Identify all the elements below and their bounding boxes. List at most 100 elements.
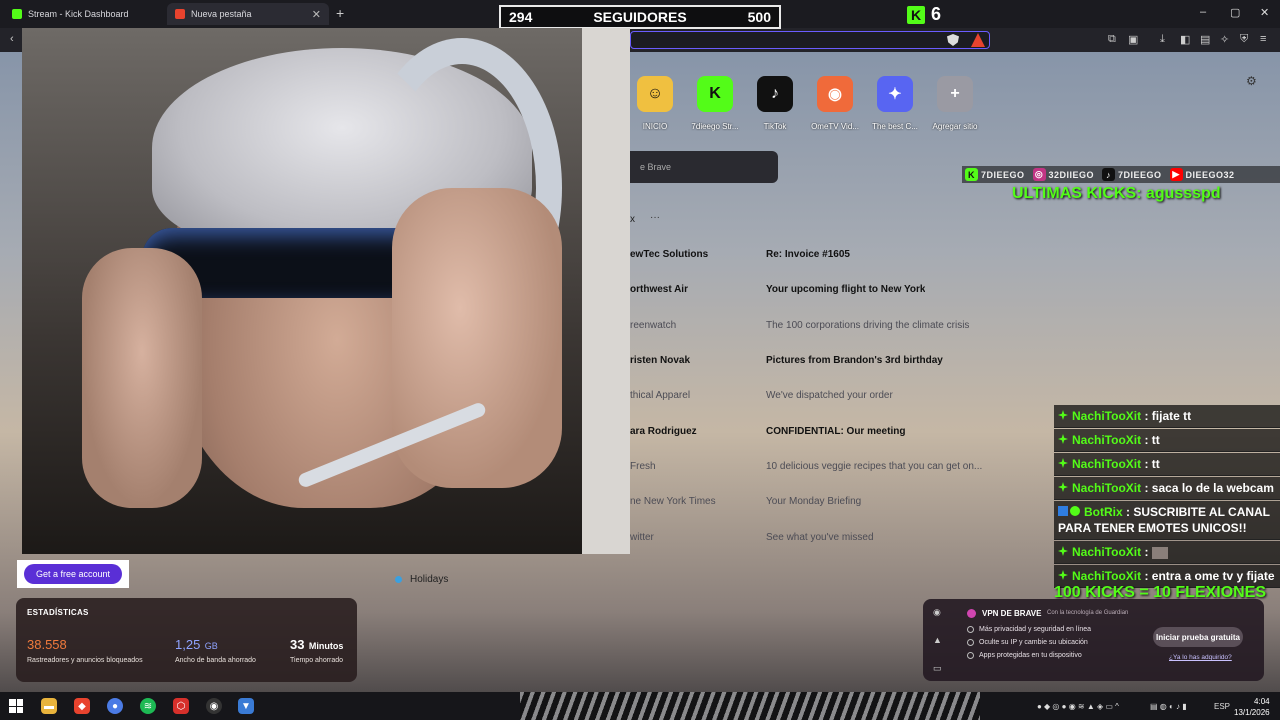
list-item[interactable]: orthwest Air Your upcoming flight to New… bbox=[630, 284, 990, 304]
social-handle: 32DIIEGO bbox=[1048, 169, 1095, 180]
search-brave-input[interactable]: e Brave bbox=[630, 151, 778, 183]
shortcut-add-site[interactable]: + Agregar sitio bbox=[930, 76, 980, 131]
label-holidays[interactable]: Holidays bbox=[395, 574, 448, 585]
menu-icon[interactable]: ≡ bbox=[1260, 33, 1266, 45]
social-handle: 7DIEEGO bbox=[1118, 169, 1162, 180]
already-purchased-link[interactable]: ¿Ya lo has adquirido? bbox=[1169, 654, 1232, 661]
chat-message: NachiTooXit : saca lo de la webcam bbox=[1054, 477, 1280, 500]
shortcut-ometv[interactable]: ◉ OmeTV Vid... bbox=[810, 76, 860, 131]
obs-icon[interactable]: ◉ bbox=[206, 698, 222, 714]
stat-value: 33 bbox=[290, 637, 305, 652]
leo-ai-icon[interactable]: ✧ bbox=[1220, 33, 1229, 46]
system-clock[interactable]: 4:04 13/1/2026 bbox=[1234, 696, 1270, 718]
maximize-button[interactable]: ▢ bbox=[1230, 6, 1240, 19]
card-icon[interactable]: ▭ bbox=[933, 663, 942, 674]
shortcut-discord[interactable]: ✦ The best C... bbox=[870, 76, 920, 131]
check-icon bbox=[967, 652, 974, 659]
customize-gear-icon[interactable]: ⚙ bbox=[1246, 74, 1257, 88]
mail-sender: ara Rodriguez bbox=[630, 426, 697, 437]
shortcut-kick[interactable]: K 7dieego Str... bbox=[690, 76, 740, 131]
chrome-icon[interactable]: ● bbox=[107, 698, 123, 714]
stat-unit: Minutos bbox=[308, 641, 344, 651]
list-item[interactable]: reenwatch The 100 corporations driving t… bbox=[630, 320, 990, 340]
kick-counter: K 6 bbox=[907, 4, 941, 25]
address-bar[interactable] bbox=[630, 31, 990, 49]
mail-subject: Re: Invoice #1605 bbox=[766, 249, 850, 260]
list-item[interactable]: ewTec Solutions Re: Invoice #1605 bbox=[630, 249, 990, 269]
new-tab-button[interactable]: + bbox=[336, 5, 344, 21]
tab-close-icon[interactable]: ✕ bbox=[312, 8, 321, 21]
mail-subject: We've dispatched your order bbox=[766, 390, 893, 401]
stat-value: 1,25 bbox=[175, 637, 201, 652]
tray-icons[interactable]: ● ◆ ◎ ● ◉ ≋ ▲ ◈ ▭ ^ bbox=[1037, 702, 1119, 711]
stat-unit: GB bbox=[204, 641, 218, 651]
sidebar-icon[interactable]: ◧ bbox=[1180, 33, 1190, 46]
mail-sender: orthwest Air bbox=[630, 284, 688, 295]
brave-browser-icon[interactable]: ◆ bbox=[74, 698, 90, 714]
stat-bandwidth: 1,25 GB Ancho de banda ahorrado bbox=[175, 636, 256, 664]
spotify-icon[interactable]: ≋ bbox=[140, 698, 156, 714]
list-item[interactable]: Fresh 10 delicious veggie recipes that y… bbox=[630, 461, 990, 481]
wallet-icon[interactable]: ▤ bbox=[1200, 33, 1210, 46]
tab-new-tab[interactable]: Nueva pestaña ✕ bbox=[167, 3, 329, 25]
mail-subject: Your upcoming flight to New York bbox=[766, 284, 926, 295]
mail-sender: ewTec Solutions bbox=[630, 249, 709, 260]
webcam-feed bbox=[22, 28, 630, 554]
shortcut-inicio[interactable]: ☺ INICIO bbox=[630, 76, 680, 131]
vpn-side-icon[interactable]: ◉ bbox=[933, 607, 941, 618]
app-red-icon[interactable]: ⬡ bbox=[173, 698, 189, 714]
stat-caption: Tiempo ahorrado bbox=[290, 657, 344, 664]
vpn-title: VPN DE BRAVE bbox=[967, 609, 1041, 618]
brave-vpn-card: ◉ ▲ ▭ VPN DE BRAVE Con la tecnología de … bbox=[923, 599, 1264, 681]
instagram-icon: ◎ bbox=[1032, 168, 1046, 181]
list-item[interactable]: risten Novak Pictures from Brandon's 3rd… bbox=[630, 355, 990, 375]
chat-message: NachiTooXit : tt bbox=[1054, 453, 1280, 476]
social-instagram: ◎ 32DIIEGO bbox=[1032, 168, 1095, 181]
list-item[interactable]: ara Rodriguez CONFIDENTIAL: Our meeting bbox=[630, 426, 990, 446]
shield-app-icon[interactable]: ▼ bbox=[238, 698, 254, 714]
stats-header: ESTADÍSTICAS bbox=[27, 608, 89, 617]
top-sites: ☺ INICIO K 7dieego Str... ♪ TikTok ◉ Ome… bbox=[630, 76, 980, 131]
chat-message: BotRix : SUSCRIBITE AL CANAL PARA TENER … bbox=[1054, 501, 1280, 540]
list-item[interactable]: thical Apparel We've dispatched your ord… bbox=[630, 390, 990, 410]
back-icon[interactable]: ‹ bbox=[10, 33, 14, 45]
chat-text: : saca lo de la webcam bbox=[1144, 481, 1274, 495]
get-free-account-button[interactable]: Get a free account bbox=[24, 564, 122, 584]
close-icon[interactable]: x bbox=[630, 214, 635, 225]
mail-subject: CONFIDENTIAL: Our meeting bbox=[766, 426, 906, 437]
tab-kick-dashboard[interactable]: Stream - Kick Dashboard bbox=[4, 3, 164, 25]
shortcut-tiktok[interactable]: ♪ TikTok bbox=[750, 76, 800, 131]
minimize-button[interactable]: – bbox=[1200, 6, 1206, 18]
chat-username: NachiTooXit bbox=[1072, 545, 1142, 559]
vpn-feature: Apps protegidas en tu dispositivo bbox=[967, 652, 1082, 659]
language-indicator[interactable]: ESP bbox=[1214, 702, 1230, 711]
close-window-button[interactable]: ✕ bbox=[1260, 6, 1269, 19]
chat-text: : bbox=[1144, 545, 1149, 559]
shortcut-label: Agregar sitio bbox=[932, 122, 978, 131]
warning-icon[interactable]: ▲ bbox=[933, 635, 942, 645]
chat-overlay: NachiTooXit : fijate tt NachiTooXit : tt… bbox=[1054, 405, 1280, 589]
kick-badge-icon bbox=[1058, 410, 1068, 420]
windows-start-icon[interactable] bbox=[9, 699, 23, 713]
list-item[interactable]: ne New York Times Your Monday Briefing bbox=[630, 496, 990, 516]
search-placeholder: e Brave bbox=[640, 162, 672, 172]
mail-subject: 10 delicious veggie recipes that you can… bbox=[766, 461, 983, 472]
chat-username: NachiTooXit bbox=[1072, 409, 1142, 423]
tiktok-icon: ♪ bbox=[1102, 168, 1116, 181]
wallpaper-strip bbox=[520, 692, 980, 720]
list-item[interactable]: witter See what you've missed bbox=[630, 532, 990, 552]
more-options-icon[interactable]: ··· bbox=[650, 212, 660, 223]
shortcut-label: TikTok bbox=[763, 122, 787, 131]
kick-count-value: 6 bbox=[931, 4, 942, 24]
start-free-trial-button[interactable]: Iniciar prueba gratuita bbox=[1153, 627, 1243, 647]
stat-trackers: 38.558 Rastreadores y anuncios bloqueado… bbox=[27, 636, 143, 664]
download-icon[interactable]: ⤓ bbox=[1160, 33, 1165, 46]
tray-wifi-icon[interactable]: ▤ ◍ ◐ ♪ ▮ bbox=[1150, 702, 1187, 711]
shortcut-label: OmeTV Vid... bbox=[811, 122, 859, 131]
extensions-icon[interactable]: ⧉ bbox=[1108, 33, 1116, 46]
vpn-shield-icon[interactable]: ⛨ bbox=[1240, 33, 1248, 46]
social-tiktok: ♪ 7DIEEGO bbox=[1102, 168, 1162, 181]
file-explorer-icon[interactable]: ▬ bbox=[41, 698, 57, 714]
screenshot-icon[interactable]: ▣ bbox=[1128, 33, 1138, 46]
stat-value: 38.558 bbox=[27, 637, 67, 652]
